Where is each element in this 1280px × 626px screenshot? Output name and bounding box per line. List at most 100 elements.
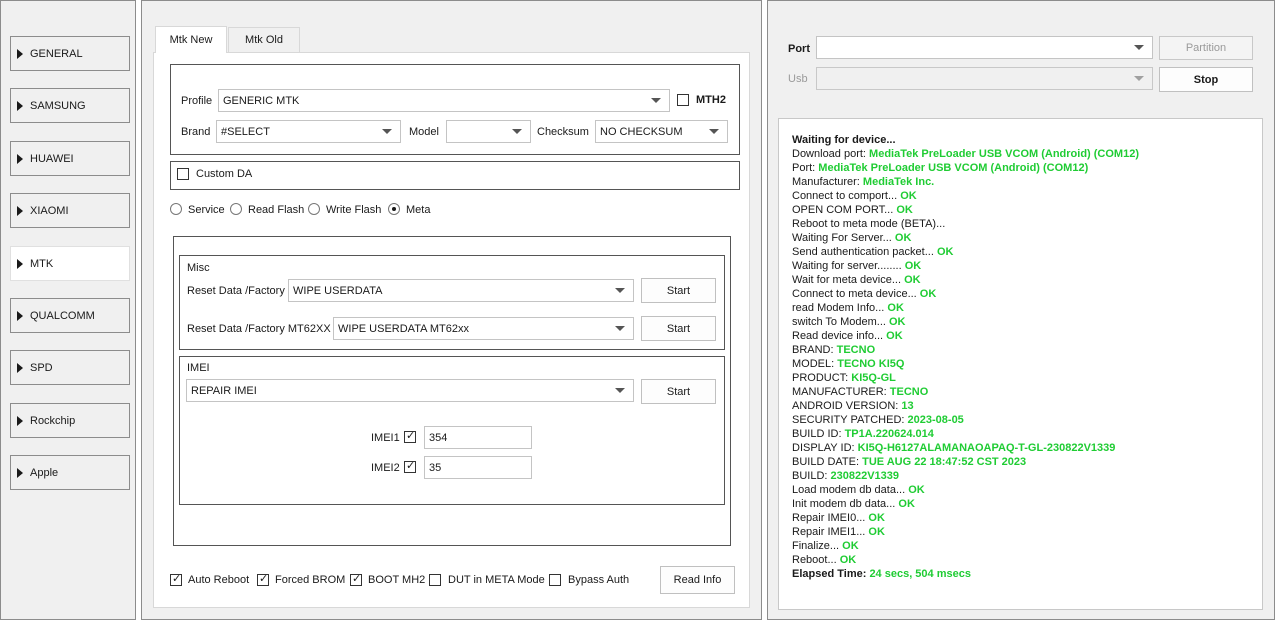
imei-action-select[interactable]: REPAIR IMEI <box>186 379 634 402</box>
boot-mh2-label: BOOT MH2 <box>368 574 426 586</box>
log-value: OK <box>908 484 925 496</box>
nav-item-huawei[interactable]: HUAWEI <box>10 141 130 176</box>
log-key: Wait for meta device... <box>792 274 905 286</box>
chevron-down-icon <box>651 98 661 103</box>
boot-mh2-checkbox[interactable] <box>350 572 362 586</box>
forced-brom-checkbox[interactable] <box>257 572 269 586</box>
reset-data-select[interactable]: WIPE USERDATA <box>288 279 634 302</box>
port-select[interactable] <box>816 36 1153 59</box>
log-value: OK <box>900 190 917 202</box>
log-value: 24 secs, 504 msecs <box>869 568 971 580</box>
log-line: Manufacturer: MediaTek Inc. <box>792 175 1262 189</box>
nav-item-general[interactable]: GENERAL <box>10 36 130 71</box>
reset-data-label: Reset Data /Factory <box>187 285 285 297</box>
log-value: OK <box>904 274 921 286</box>
auto-reboot-checkbox[interactable] <box>170 572 182 586</box>
tab-mtk-new[interactable]: Mtk New <box>155 26 227 53</box>
log-value: OK <box>896 204 913 216</box>
radio-read-flash[interactable] <box>230 203 242 215</box>
partition-button[interactable]: Partition <box>1159 36 1253 60</box>
log-line: Connect to comport... OK <box>792 189 1262 203</box>
nav-item-spd[interactable]: SPD <box>10 350 130 385</box>
custom-da-checkbox[interactable] <box>177 168 189 180</box>
checksum-select[interactable]: NO CHECKSUM <box>595 120 728 143</box>
log-key: Waiting for server........ <box>792 260 905 272</box>
log-line: MANUFACTURER: TECNO <box>792 385 1262 399</box>
log-line: BUILD: 230822V1339 <box>792 469 1262 483</box>
log-line: Port: MediaTek PreLoader USB VCOM (Andro… <box>792 161 1262 175</box>
usb-label: Usb <box>788 73 808 85</box>
imei2-checkbox[interactable] <box>404 459 416 473</box>
log-line: ANDROID VERSION: 13 <box>792 399 1262 413</box>
log-line: OPEN COM PORT... OK <box>792 203 1262 217</box>
stop-button[interactable]: Stop <box>1159 67 1253 92</box>
profile-select[interactable]: GENERIC MTK <box>218 89 670 112</box>
imei1-input[interactable]: 354 <box>424 426 532 449</box>
log-line: Elapsed Time: 24 secs, 504 msecs <box>792 567 1262 581</box>
mth2-label: MTH2 <box>696 94 726 106</box>
log-value: 13 <box>901 400 914 412</box>
radio-write-flash-label: Write Flash <box>326 204 382 216</box>
log-key: Waiting For Server... <box>792 232 895 244</box>
nav-item-qualcomm[interactable]: QUALCOMM <box>10 298 130 333</box>
log-key: read Modem Info... <box>792 302 888 314</box>
model-select[interactable] <box>446 120 531 143</box>
log-key: Send authentication packet... <box>792 246 937 258</box>
nav-item-apple[interactable]: Apple <box>10 455 130 490</box>
reset-data-mt62xx-start-button[interactable]: Start <box>641 316 716 341</box>
log-line: Repair IMEI1... OK <box>792 525 1262 539</box>
log-value: KI5Q-H6127ALAMANAOAPAQ-T-GL-230822V1339 <box>857 442 1116 454</box>
imei1-checkbox[interactable] <box>404 429 416 443</box>
log-key: Read device info... <box>792 330 887 342</box>
log-line: Read device info... OK <box>792 329 1262 343</box>
tab-mtk-old[interactable]: Mtk Old <box>228 27 300 52</box>
imei-start-button[interactable]: Start <box>641 379 716 404</box>
reset-data-start-button[interactable]: Start <box>641 278 716 303</box>
log-key: BUILD ID: <box>792 428 845 440</box>
brand-select[interactable]: #SELECT <box>216 120 401 143</box>
log-key: Port: <box>792 162 819 174</box>
mth2-checkbox[interactable] <box>677 94 689 106</box>
reset-data-mt62xx-select[interactable]: WIPE USERDATA MT62xx <box>333 317 634 340</box>
port-label: Port <box>788 43 810 55</box>
log-line: Reboot... OK <box>792 553 1262 567</box>
forced-brom-label: Forced BROM <box>275 574 346 586</box>
triangle-right-icon <box>17 48 23 59</box>
usb-select[interactable] <box>816 67 1153 90</box>
imei2-input[interactable]: 35 <box>424 456 532 479</box>
nav-item-samsung[interactable]: SAMSUNG <box>10 88 130 123</box>
bypass-auth-checkbox[interactable] <box>549 574 561 586</box>
log-line: Send authentication packet... OK <box>792 245 1262 259</box>
nav-item-xiaomi[interactable]: XIAOMI <box>10 193 130 228</box>
dut-meta-checkbox[interactable] <box>429 574 441 586</box>
log-line: SECURITY PATCHED: 2023-08-05 <box>792 413 1262 427</box>
log-value: 2023-08-05 <box>907 414 964 426</box>
radio-write-flash[interactable] <box>308 203 320 215</box>
checksum-label: Checksum <box>537 126 589 138</box>
log-value: OK <box>868 526 885 538</box>
triangle-right-icon <box>17 258 23 269</box>
log-value: MediaTek PreLoader USB VCOM (Android) (C… <box>869 148 1139 160</box>
log-key: Connect to meta device... <box>792 288 920 300</box>
read-info-button[interactable]: Read Info <box>660 566 735 594</box>
model-label: Model <box>409 126 439 138</box>
log-key: Finalize... <box>792 540 843 552</box>
auto-reboot-label: Auto Reboot <box>188 574 250 586</box>
nav-item-mtk[interactable]: MTK <box>10 246 130 281</box>
log-value: OK <box>919 288 937 300</box>
radio-read-flash-label: Read Flash <box>248 204 305 216</box>
log-value: OK <box>886 330 903 342</box>
radio-service-label: Service <box>188 204 225 216</box>
log-line: Finalize... OK <box>792 539 1262 553</box>
bypass-auth-label: Bypass Auth <box>568 574 630 586</box>
log-line: Init modem db data... OK <box>792 497 1262 511</box>
nav-item-rockchip[interactable]: Rockchip <box>10 403 130 438</box>
log-key: SECURITY PATCHED: <box>792 414 908 426</box>
log-line: Waiting for server........ OK <box>792 259 1262 273</box>
radio-meta[interactable] <box>388 203 400 215</box>
brand-label: Brand <box>181 126 211 138</box>
radio-service[interactable] <box>170 203 182 215</box>
chevron-down-icon <box>1134 45 1144 50</box>
custom-da-group <box>170 161 740 190</box>
log-line: Connect to meta device... OK <box>792 287 1262 301</box>
